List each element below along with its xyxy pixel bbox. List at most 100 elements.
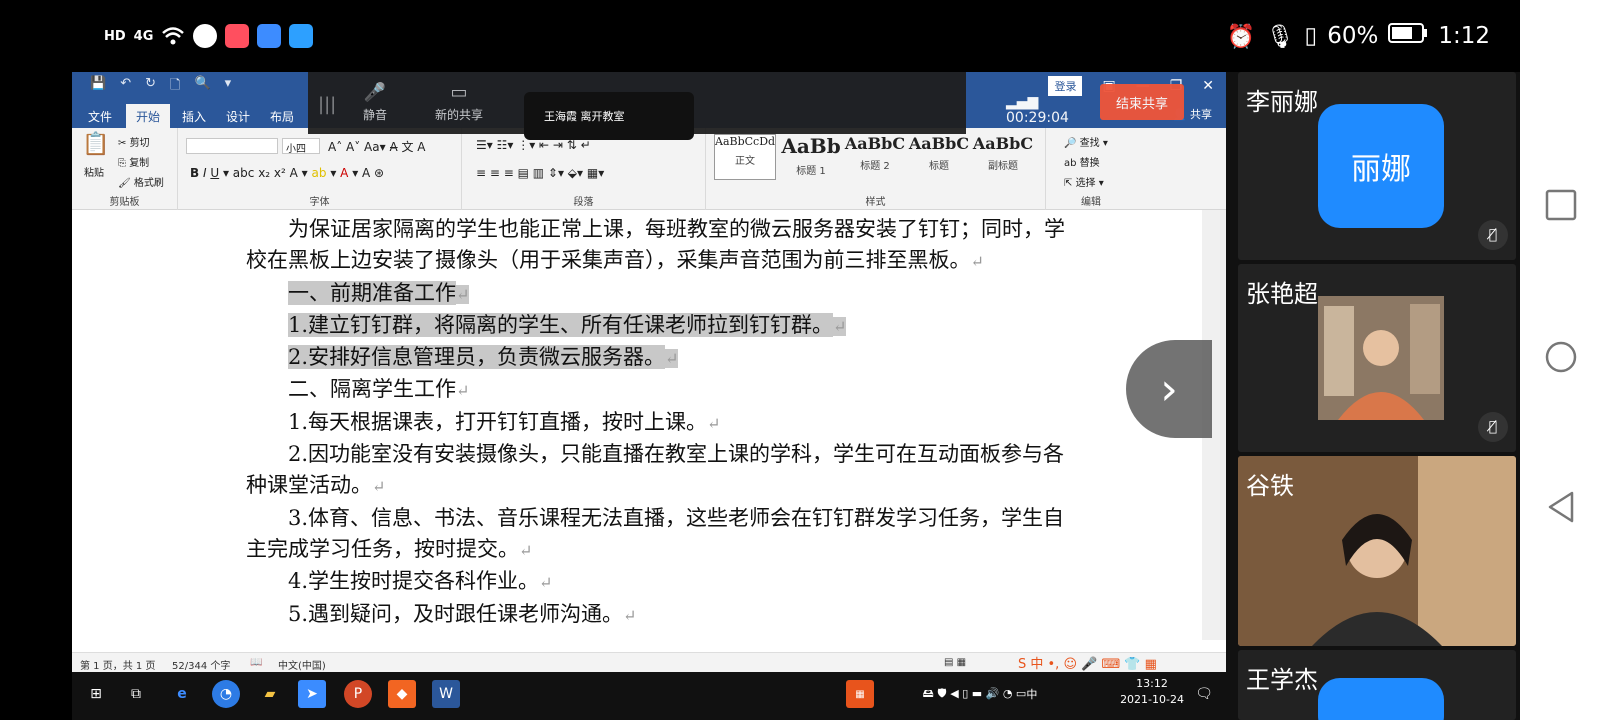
- system-tray-icons[interactable]: 🖴 🛡 ◀ ▯ ▬ 🔊 ◔ ▭ 中: [890, 680, 1070, 708]
- drag-handle-icon[interactable]: |||: [318, 94, 336, 115]
- new-share-button[interactable]: ▭ 新的共享: [424, 82, 494, 123]
- styles-group-label: 样式: [865, 197, 886, 208]
- task-view-icon[interactable]: ⧉: [122, 680, 150, 708]
- list-indent-icons[interactable]: ☰▾ ☷▾ ⋮▾ ⇤ ⇥ ⇅ ↵: [476, 138, 591, 152]
- view-mode-icons[interactable]: ▤ ▦: [944, 657, 966, 668]
- powerpoint-icon[interactable]: P: [344, 680, 372, 708]
- editing-group-label: 编辑: [1081, 197, 1101, 208]
- new-document-icon[interactable]: 🗋: [170, 76, 180, 98]
- recent-apps-icon[interactable]: [1544, 188, 1578, 222]
- style-name: 副标题: [988, 161, 1018, 172]
- mic-muted-icon: 🎙̸: [1478, 220, 1508, 250]
- proofing-icon[interactable]: 📖: [250, 657, 262, 668]
- participant-tile[interactable]: 谷铁: [1238, 456, 1516, 646]
- signal-bars-icon: ▂▄▆: [1006, 94, 1039, 110]
- paragraph: 为保证居家隔离的学生也能正常上课，每班教室的微云服务器安装了钉钉；同时，学校在黑…: [246, 214, 1082, 278]
- cut-button[interactable]: ✂ 剪切: [118, 134, 150, 149]
- participant-tile[interactable]: 王学杰: [1238, 650, 1516, 720]
- paste-button[interactable]: 粘贴: [84, 164, 104, 179]
- replace-button[interactable]: ab 替换: [1064, 154, 1100, 169]
- style-name: 正文: [735, 156, 755, 167]
- undo-icon[interactable]: ↶: [120, 76, 131, 98]
- search-app-icon: [289, 24, 314, 48]
- app-icon[interactable]: ◆: [388, 680, 416, 708]
- font-name-select[interactable]: [186, 138, 278, 154]
- login-button[interactable]: 登录: [1048, 76, 1083, 96]
- style-heading-2[interactable]: AaBbC 标题 2: [844, 134, 906, 180]
- ime-toolbar[interactable]: S 中 •, ☺ 🎤 ⌨ 👕 ▦: [1018, 653, 1157, 672]
- paragraph-text: 一、前期准备工作: [288, 280, 456, 305]
- style-sample: AaBbC: [844, 134, 906, 153]
- paragraph-group-label: 段落: [573, 197, 594, 208]
- format-painter-button[interactable]: 🖌 格式刷: [118, 174, 164, 189]
- clock-time: 1:12: [1438, 23, 1490, 49]
- font-grow-shrink-icons[interactable]: A˄ A˅ Aa▾ A̶ 文 A: [328, 138, 426, 155]
- shared-screen: 💾 ↶ ↻ 🗋 🔍 ▾ 登录 ▣ — ❐ ✕ 文件 开始 插入 设计 布局 👤 …: [72, 72, 1226, 720]
- app-icon: [257, 24, 282, 48]
- browser-icon[interactable]: ◔: [212, 680, 240, 708]
- windows-start-icon[interactable]: ⊞: [82, 680, 110, 708]
- word-icon[interactable]: W: [432, 680, 460, 708]
- edge-icon[interactable]: e: [168, 680, 196, 708]
- tab-file[interactable]: 文件: [78, 104, 122, 128]
- mute-button[interactable]: 🎤 静音: [340, 82, 410, 123]
- paragraph-mark: ↵: [665, 349, 679, 369]
- back-icon[interactable]: [1544, 490, 1578, 524]
- print-preview-icon[interactable]: 🔍: [194, 76, 210, 98]
- participant-name: 王学杰: [1246, 666, 1318, 694]
- participant-panel: 丽娜 李丽娜 🎙̸ 张艳超 🎙̸ 谷铁 王学杰: [1226, 72, 1520, 720]
- font-size-select[interactable]: 小四: [282, 138, 320, 155]
- android-nav-bar: [1520, 0, 1600, 720]
- taskbar-clock[interactable]: 13:12 2021-10-24: [1120, 676, 1184, 708]
- tray-app-icon[interactable]: ▦: [846, 680, 874, 708]
- paragraph-mark: ↵: [707, 413, 721, 433]
- windows-taskbar: ⊞ ⧉ e ◔ ▰ ➤ P ◆ W ▦ 🖴 🛡 ◀ ▯ ▬ 🔊 ◔ ▭ 中 13…: [72, 672, 1226, 720]
- save-icon[interactable]: 💾: [90, 76, 106, 98]
- editing-group: 🔎 查找 ▾ ab 替换 ⇱ 选择 ▾ 编辑: [1046, 128, 1206, 210]
- clipboard-group-label: 剪贴板: [109, 197, 140, 208]
- mute-label: 静音: [362, 108, 387, 122]
- format-painter-label: 格式刷: [133, 178, 164, 189]
- person-image: [1318, 296, 1444, 420]
- share-timer: ▂▄▆ 00:29:04: [1006, 94, 1069, 126]
- participant-tile[interactable]: 丽娜 李丽娜 🎙̸: [1238, 72, 1516, 260]
- cut-label: 剪切: [129, 138, 150, 149]
- align-icons[interactable]: ≡ ≡ ≡ ▤ ▥ ⇕▾ ⬙▾ ▦▾: [476, 166, 604, 180]
- quick-access-toolbar: 💾 ↶ ↻ 🗋 🔍 ▾: [90, 76, 231, 98]
- avatar: [1318, 678, 1444, 720]
- tab-home[interactable]: 开始: [126, 104, 171, 128]
- paragraph-text: 2.安排好信息管理员，负责微云服务器。: [288, 345, 666, 370]
- redo-icon[interactable]: ↻: [145, 76, 156, 98]
- style-subtitle[interactable]: AaBbC 副标题: [972, 134, 1034, 180]
- dingtalk-icon[interactable]: ➤: [298, 680, 326, 708]
- document-text[interactable]: 为保证居家隔离的学生也能正常上课，每班教室的微云服务器安装了钉钉；同时，学校在黑…: [246, 214, 1082, 631]
- paste-icon[interactable]: 📋: [82, 132, 109, 157]
- notification-icon[interactable]: 🗨: [1190, 680, 1218, 708]
- document-area[interactable]: 为保证居家隔离的学生也能正常上课，每班教室的微云服务器安装了钉钉；同时，学校在黑…: [72, 210, 1202, 640]
- paragraph-text: 3.体育、信息、书法、音乐课程无法直播，这些老师会在钉钉群发学习任务，学生自主完…: [246, 505, 1065, 561]
- paragraph-mark: ↵: [456, 284, 470, 304]
- find-button[interactable]: 🔎 查找 ▾: [1064, 134, 1108, 149]
- close-icon[interactable]: ✕: [1202, 78, 1214, 94]
- tab-layout[interactable]: 布局: [260, 104, 304, 128]
- end-share-button[interactable]: 结束共享: [1100, 84, 1184, 120]
- screen-share-icon: ▭: [450, 82, 468, 103]
- participant-tile[interactable]: 张艳超 🎙̸: [1238, 264, 1516, 452]
- participant-name: 谷铁: [1246, 472, 1294, 500]
- paragraph-text: 5.遇到疑问，及时跟任课老师沟通。: [288, 601, 624, 626]
- copy-button[interactable]: ⎘ 复制: [118, 154, 149, 169]
- paragraph: 5.遇到疑问，及时跟任课老师沟通。↵: [246, 599, 1082, 631]
- style-title[interactable]: AaBbC 标题: [908, 134, 970, 180]
- paragraph-mark: ↵: [539, 573, 553, 593]
- tab-design[interactable]: 设计: [216, 104, 260, 128]
- folder-icon[interactable]: ▰: [256, 680, 284, 708]
- paragraph-mark: ↵: [970, 252, 984, 272]
- select-button[interactable]: ⇱ 选择 ▾: [1064, 174, 1104, 189]
- font-format-icons[interactable]: B I U ▾ abc x₂ x² A ▾ ab ▾ A ▾ A ⊛: [190, 166, 384, 180]
- style-normal[interactable]: AaBbCcDdI 正文: [714, 134, 776, 180]
- home-icon[interactable]: [1544, 340, 1578, 374]
- chevron-down-icon[interactable]: ▾: [225, 76, 232, 98]
- tab-insert[interactable]: 插入: [172, 104, 216, 128]
- style-heading-1[interactable]: AaBb 标题 1: [780, 134, 842, 180]
- hd-icon: HD: [104, 28, 126, 44]
